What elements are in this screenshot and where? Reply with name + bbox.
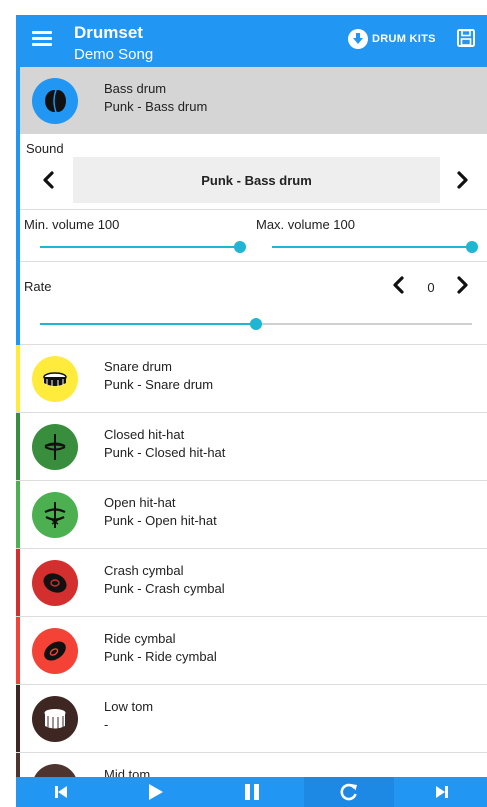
- rate-slider[interactable]: [40, 316, 472, 332]
- repeat-button[interactable]: [304, 777, 394, 807]
- min-volume-label: Min. volume 100: [24, 217, 120, 232]
- rate-increase-icon[interactable]: [451, 274, 473, 296]
- tom-drum-icon: [44, 709, 66, 729]
- skip-previous-button[interactable]: [16, 777, 106, 807]
- snare-drum-icon: [43, 372, 67, 387]
- drum-row-closed-hihat[interactable]: Closed hit-hat Punk - Closed hit-hat: [16, 413, 487, 481]
- drum-kits-label: DRUM KITS: [372, 33, 436, 45]
- drum-color-bar: [16, 413, 20, 480]
- sound-label: Sound: [26, 141, 64, 156]
- drumset-app: Drumset Demo Song DRUM KITS Bass drum Pu…: [16, 15, 487, 807]
- open-hihat-icon: [44, 502, 66, 528]
- pause-icon: [245, 784, 259, 800]
- chevron-left-icon[interactable]: [38, 169, 60, 191]
- drum-color-bar: [16, 345, 20, 412]
- min-volume-slider[interactable]: [40, 239, 246, 255]
- divider: [20, 261, 487, 262]
- drum-kit: Punk - Crash cymbal: [104, 581, 225, 596]
- drum-color-circle: [32, 696, 78, 742]
- save-icon[interactable]: [456, 28, 476, 48]
- drum-name: Bass drum: [104, 81, 167, 96]
- drum-kits-button[interactable]: DRUM KITS: [348, 27, 436, 51]
- drum-name: Snare drum: [104, 359, 172, 374]
- drum-color-circle: [32, 628, 78, 674]
- drum-color-bar: [16, 481, 20, 548]
- song-subtitle: Demo Song: [74, 46, 154, 63]
- max-volume-slider[interactable]: [272, 239, 478, 255]
- drum-kit: Punk - Ride cymbal: [104, 649, 217, 664]
- drum-row-snare[interactable]: Snare drum Punk - Snare drum: [16, 345, 487, 413]
- drum-color-circle: [32, 356, 78, 402]
- page-title: Drumset: [74, 23, 143, 42]
- drum-kit: Punk - Snare drum: [104, 377, 214, 392]
- drum-kit: Punk - Bass drum: [104, 99, 208, 114]
- drum-color-bar: [16, 549, 20, 616]
- drum-kit: -: [104, 717, 109, 732]
- drum-name: Open hit-hat: [104, 495, 176, 510]
- drum-name: Low tom: [104, 699, 154, 714]
- drum-color-circle: [32, 560, 78, 606]
- menu-icon[interactable]: [30, 27, 54, 51]
- rate-value: 0: [427, 280, 435, 295]
- selected-drum-header[interactable]: Bass drum Punk - Bass drum: [20, 67, 487, 134]
- ride-cymbal-icon: [44, 641, 66, 661]
- rate-label: Rate: [24, 279, 52, 294]
- rate-decrease-icon[interactable]: [388, 274, 410, 296]
- drum-row-ride-cymbal[interactable]: Ride cymbal Punk - Ride cymbal: [16, 617, 487, 685]
- app-bar: Drumset Demo Song DRUM KITS: [16, 15, 487, 67]
- bass-drum-icon: [32, 78, 78, 124]
- skip-previous-icon: [55, 786, 67, 798]
- drum-row-low-tom[interactable]: Low tom -: [16, 685, 487, 753]
- sound-selector[interactable]: Punk - Bass drum: [73, 157, 440, 203]
- download-circle-icon: [348, 29, 368, 49]
- transport-bar: [16, 777, 487, 807]
- drum-name: Crash cymbal: [104, 563, 184, 578]
- play-icon: [149, 784, 163, 800]
- drum-name: Ride cymbal: [104, 631, 176, 646]
- drum-color-circle: [32, 424, 78, 470]
- drum-row-crash-cymbal[interactable]: Crash cymbal Punk - Crash cymbal: [16, 549, 487, 617]
- drum-color-bar: [16, 685, 20, 752]
- drum-kit: Punk - Open hit-hat: [104, 513, 217, 528]
- drum-kit: Punk - Closed hit-hat: [104, 445, 226, 460]
- skip-next-button[interactable]: [397, 777, 487, 807]
- divider: [20, 209, 487, 210]
- selected-drum-panel: Bass drum Punk - Bass drum Sound Punk - …: [16, 67, 487, 345]
- drum-row-open-hihat[interactable]: Open hit-hat Punk - Open hit-hat: [16, 481, 487, 549]
- repeat-icon: [340, 783, 357, 801]
- drum-color-bar: [16, 617, 20, 684]
- max-volume-label: Max. volume 100: [256, 217, 355, 232]
- pause-button[interactable]: [207, 777, 297, 807]
- skip-next-icon: [436, 786, 448, 798]
- drum-color-circle: [32, 492, 78, 538]
- chevron-right-icon[interactable]: [451, 169, 473, 191]
- crash-cymbal-icon: [43, 573, 67, 593]
- closed-hihat-icon: [44, 434, 66, 460]
- drum-name: Closed hit-hat: [104, 427, 185, 442]
- play-button[interactable]: [110, 777, 200, 807]
